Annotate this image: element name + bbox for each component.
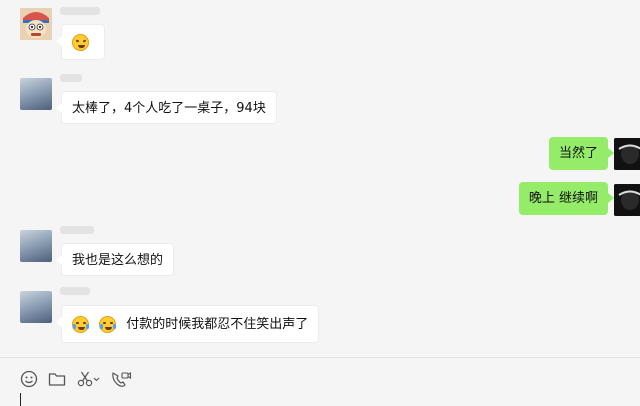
scissors-icon[interactable] bbox=[76, 369, 102, 389]
laugh-cry-emoji-icon bbox=[99, 316, 117, 333]
message-text: 太棒了，4个人吃了一桌子，94块 bbox=[72, 101, 266, 116]
sender-name bbox=[60, 226, 94, 234]
photo-avatar[interactable] bbox=[20, 230, 52, 262]
laugh-cry-emoji-icon bbox=[72, 316, 89, 333]
message-text: 付款的时候我都忍不住笑出声了 bbox=[126, 317, 309, 332]
message-bubble[interactable]: 我也是这么想的 bbox=[55, 243, 175, 276]
emoji-icon[interactable] bbox=[19, 369, 39, 389]
video-call-icon[interactable] bbox=[110, 369, 132, 389]
message-text: 晚上 继续啊 bbox=[528, 191, 598, 206]
photo-avatar[interactable] bbox=[20, 78, 52, 110]
chat-message-area: 太棒了，4个人吃了一桌子，94块 当然了 晚上 继续啊 我也是这么想的 付款的时… bbox=[0, 0, 640, 357]
message-bubble[interactable]: 晚上 继续啊 bbox=[518, 182, 615, 215]
squint-grin-emoji-icon bbox=[72, 34, 89, 51]
folder-icon[interactable] bbox=[47, 369, 67, 389]
dark-avatar[interactable] bbox=[614, 138, 640, 170]
input-toolbar bbox=[0, 358, 640, 406]
text-input-caret[interactable] bbox=[20, 393, 21, 406]
sender-name bbox=[60, 287, 90, 295]
message-bubble[interactable]: 太棒了，4个人吃了一桌子，94块 bbox=[56, 91, 277, 124]
message-text: 当然了 bbox=[558, 146, 598, 161]
sender-name bbox=[60, 74, 82, 82]
message-text: 我也是这么想的 bbox=[72, 253, 164, 268]
message-bubble[interactable]: 当然了 bbox=[548, 137, 615, 170]
photo-avatar[interactable] bbox=[20, 291, 52, 323]
cartoon-avatar[interactable] bbox=[20, 8, 52, 40]
message-bubble[interactable] bbox=[56, 24, 105, 60]
dark-avatar[interactable] bbox=[614, 184, 640, 216]
message-bubble[interactable]: 付款的时候我都忍不住笑出声了 bbox=[55, 305, 320, 343]
sender-name bbox=[60, 7, 100, 15]
